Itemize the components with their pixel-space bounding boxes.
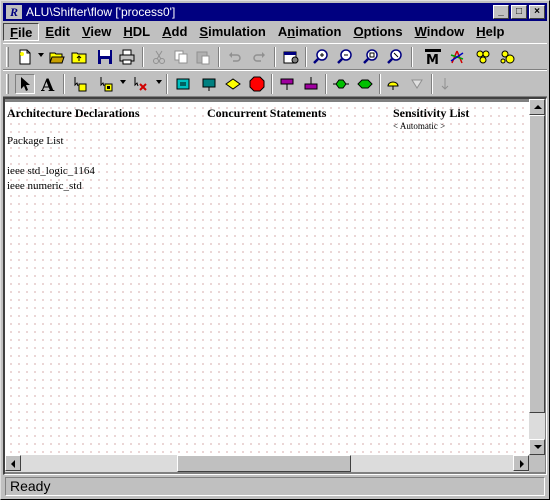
toolbar-separator <box>218 47 220 67</box>
maximize-button[interactable]: □ <box>511 5 527 19</box>
package-item[interactable]: ieee std_logic_1164 <box>7 165 95 177</box>
menu-help[interactable]: Help <box>470 23 510 41</box>
menu-hdl[interactable]: HDL <box>117 23 156 41</box>
concurrent-statements-heading[interactable]: Concurrent Statements <box>207 106 326 121</box>
wait-icon[interactable] <box>331 74 351 94</box>
scroll-up-button[interactable] <box>529 99 545 115</box>
scroll-down-button[interactable] <box>529 439 545 455</box>
save-icon[interactable] <box>95 47 115 67</box>
components-icon[interactable] <box>497 47 517 67</box>
horizontal-scroll-thumb[interactable] <box>177 455 351 472</box>
package-list-heading[interactable]: Package List <box>7 135 64 147</box>
window-title: ALU\Shifter\flow ['process0'] <box>26 5 176 19</box>
menu-window[interactable]: Window <box>409 23 471 41</box>
synthesis-icon[interactable] <box>447 47 467 67</box>
delete-connector-icon[interactable] <box>129 74 149 94</box>
menu-view[interactable]: View <box>76 23 117 41</box>
scroll-left-button[interactable] <box>5 455 21 471</box>
action-box-icon[interactable] <box>199 74 219 94</box>
status-bar: Ready <box>3 477 547 497</box>
hierarchy-icon[interactable] <box>473 47 493 67</box>
vertical-scroll-thumb[interactable] <box>529 115 545 413</box>
menu-animation[interactable]: Animation <box>272 23 348 41</box>
cut-icon[interactable] <box>149 47 169 67</box>
end-point-icon[interactable] <box>383 74 403 94</box>
standard-toolbar: M <box>3 43 547 70</box>
sensitivity-list-heading[interactable]: Sensitivity List <box>393 106 469 121</box>
app-icon[interactable]: R <box>6 5 22 19</box>
horizontal-scrollbar[interactable] <box>5 455 529 472</box>
architecture-declarations-heading[interactable]: Architecture Declarations <box>7 106 140 121</box>
toolbar-separator <box>411 47 413 67</box>
toolbar-grip[interactable] <box>6 74 9 94</box>
package-item[interactable]: ieee numeric_std <box>7 180 82 192</box>
zoom-out-icon[interactable] <box>335 47 355 67</box>
toolbar-separator <box>63 74 65 94</box>
svg-text:M: M <box>426 53 439 65</box>
new-document-icon[interactable] <box>15 47 35 67</box>
new-dropdown-icon[interactable] <box>38 53 44 57</box>
redo-icon[interactable] <box>249 47 269 67</box>
open-parent-icon[interactable] <box>69 47 89 67</box>
menu-add[interactable]: Add <box>156 23 193 41</box>
modelsim-icon[interactable]: M <box>423 47 443 67</box>
toolbar-separator <box>274 47 276 67</box>
text-tool-icon[interactable]: A <box>39 74 59 94</box>
close-button[interactable]: × <box>529 5 545 19</box>
diagram-toolbar: A <box>3 70 547 97</box>
print-icon[interactable] <box>117 47 137 67</box>
down-arrow-icon[interactable] <box>435 74 455 94</box>
toolbar-separator <box>431 74 433 94</box>
toolbar-grip[interactable] <box>6 47 9 67</box>
add-component-icon[interactable] <box>95 74 115 94</box>
zoom-fit-icon[interactable] <box>361 47 381 67</box>
add-dropdown-icon[interactable] <box>120 80 126 84</box>
up-arrow-icon <box>534 105 542 109</box>
window-controls: _ □ × <box>491 5 545 19</box>
toolbar-separator <box>379 74 381 94</box>
delete-dropdown-icon[interactable] <box>156 80 162 84</box>
toolbar-separator <box>305 47 307 67</box>
menu-simulation[interactable]: Simulation <box>193 23 271 41</box>
minimize-button[interactable]: _ <box>493 5 509 19</box>
flow-arrow-icon[interactable] <box>407 74 427 94</box>
menu-bar: File Edit View HDL Add Simulation Animat… <box>3 22 547 42</box>
undo-icon[interactable] <box>225 47 245 67</box>
diagram-workspace: Architecture Declarations Concurrent Sta… <box>3 97 547 475</box>
menu-options[interactable]: Options <box>347 23 408 41</box>
status-text: Ready <box>5 477 545 496</box>
sensitivity-list-value[interactable]: < Automatic > <box>393 121 445 131</box>
scroll-right-button[interactable] <box>513 455 529 471</box>
menu-file[interactable]: File <box>3 23 40 41</box>
start-point-icon[interactable] <box>355 74 375 94</box>
stop-point-icon[interactable] <box>247 74 267 94</box>
application-window: R ALU\Shifter\flow ['process0'] _ □ × Fi… <box>0 0 550 500</box>
svg-text:A: A <box>41 76 55 92</box>
add-block-icon[interactable] <box>69 74 89 94</box>
vertical-scrollbar[interactable] <box>529 99 545 455</box>
loop-start-icon[interactable] <box>277 74 297 94</box>
diagram-canvas[interactable]: Architecture Declarations Concurrent Sta… <box>5 99 529 455</box>
toolbar-separator <box>166 74 168 94</box>
properties-icon[interactable] <box>281 47 301 67</box>
toolbar-separator <box>271 74 273 94</box>
zoom-in-icon[interactable] <box>311 47 331 67</box>
title-bar[interactable]: R ALU\Shifter\flow ['process0'] _ □ × <box>3 3 547 21</box>
select-arrow-icon[interactable] <box>15 74 35 94</box>
open-folder-icon[interactable] <box>47 47 67 67</box>
zoom-selection-icon[interactable] <box>385 47 405 67</box>
paste-icon[interactable] <box>193 47 213 67</box>
scrollbar-corner <box>529 455 545 472</box>
down-arrow-icon <box>534 445 542 449</box>
state-icon[interactable] <box>173 74 193 94</box>
loop-end-icon[interactable] <box>301 74 321 94</box>
toolbar-separator <box>325 74 327 94</box>
copy-icon[interactable] <box>171 47 191 67</box>
left-arrow-icon <box>11 460 15 468</box>
right-arrow-icon <box>520 460 524 468</box>
decision-icon[interactable] <box>223 74 243 94</box>
toolbar-separator <box>142 47 144 67</box>
menu-edit[interactable]: Edit <box>39 23 76 41</box>
